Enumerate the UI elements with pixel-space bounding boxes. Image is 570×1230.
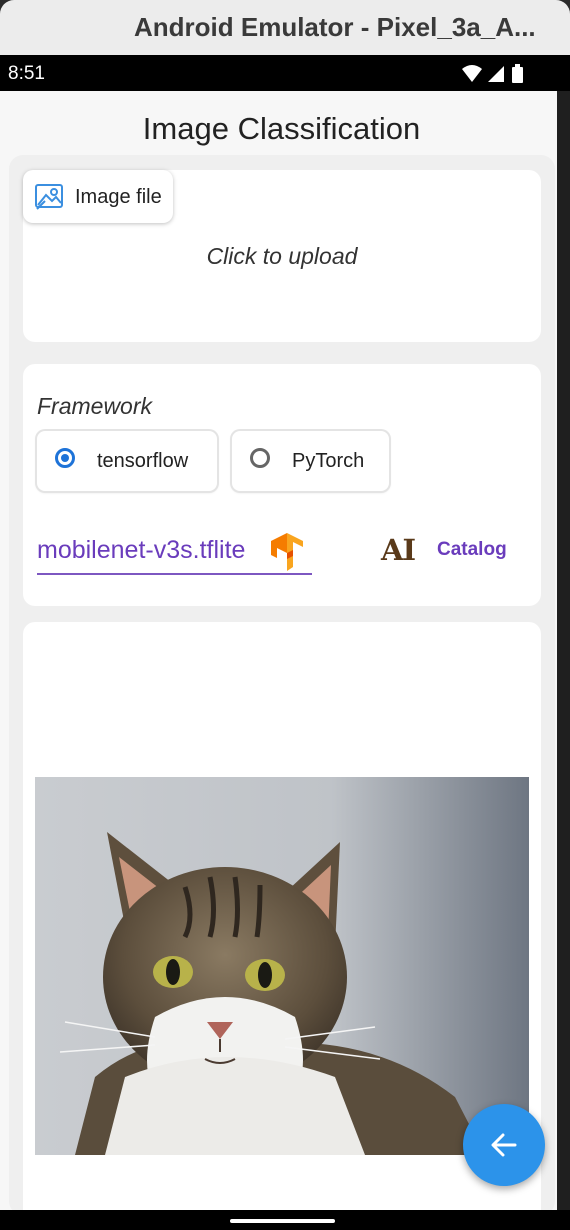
window-title: Android Emulator - Pixel_3a_A... <box>134 12 536 42</box>
wifi-icon <box>462 65 482 82</box>
app-screen: Image Classification Image file Click to… <box>0 91 557 1210</box>
battery-icon <box>512 64 523 83</box>
framework-label: Framework <box>37 393 153 419</box>
radio-selected-icon <box>55 448 75 468</box>
page-title: Image Classification <box>142 111 421 146</box>
signal-icon <box>488 66 504 82</box>
upload-hint[interactable]: Click to upload <box>23 243 541 270</box>
radio-unselected-icon <box>250 448 270 468</box>
radio-pytorch[interactable]: PyTorch <box>232 431 389 491</box>
status-time: 8:51 <box>8 63 45 84</box>
emulator-titlebar: Android Emulator - Pixel_3a_A... <box>0 0 570 55</box>
image-file-label: Image file <box>75 186 162 208</box>
image-icon <box>34 183 64 216</box>
android-status-bar: 8:51 <box>0 55 570 91</box>
device-edge <box>557 91 570 1210</box>
model-selector[interactable]: mobilenet-v3s.tflite <box>37 531 312 575</box>
android-nav-bar <box>0 1210 570 1230</box>
tensorflow-logo-icon <box>267 531 307 576</box>
back-fab[interactable] <box>463 1104 545 1186</box>
radio-tensorflow-label: tensorflow <box>97 450 189 472</box>
home-handle[interactable] <box>230 1219 335 1223</box>
arrow-left-icon <box>491 1133 517 1157</box>
radio-pytorch-label: PyTorch <box>292 450 365 472</box>
ai-logo-icon: AI <box>381 533 416 567</box>
uploaded-image <box>35 777 529 1155</box>
catalog-label: Catalog <box>437 539 507 560</box>
image-file-chip[interactable]: Image file <box>23 170 173 223</box>
model-name: mobilenet-v3s.tflite <box>37 536 246 564</box>
radio-tensorflow[interactable]: tensorflow <box>37 431 217 491</box>
status-icons <box>460 63 530 83</box>
